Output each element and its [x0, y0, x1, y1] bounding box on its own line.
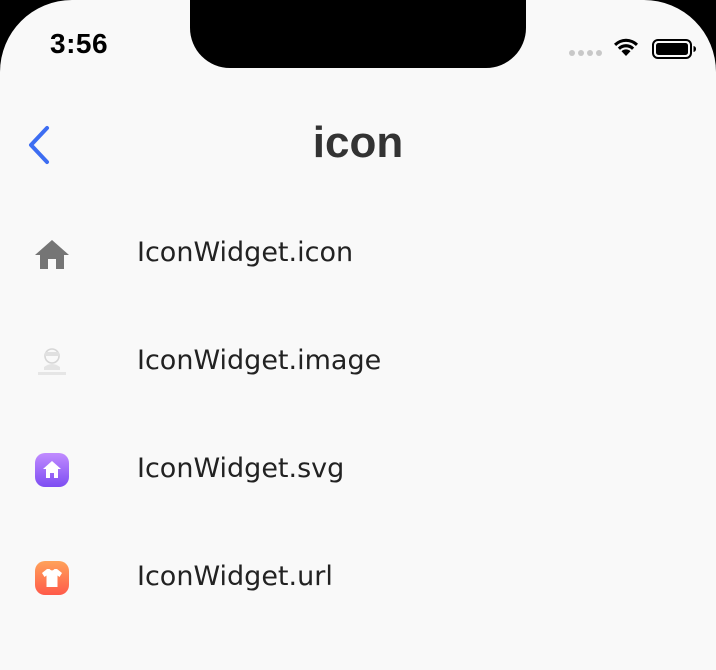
- list-item-url[interactable]: IconWidget.url: [0, 524, 716, 632]
- shirt-icon: [32, 558, 72, 598]
- list-item-icon[interactable]: IconWidget.icon: [0, 200, 716, 308]
- list-item-label: IconWidget.url: [137, 561, 333, 592]
- home-icon: [32, 234, 72, 274]
- list-item-label: IconWidget.svg: [137, 453, 345, 484]
- image-thumbnail-icon: [32, 342, 72, 382]
- list-item-label: IconWidget.image: [137, 345, 382, 376]
- list-item-image[interactable]: IconWidget.image: [0, 308, 716, 416]
- battery-icon: [652, 39, 696, 59]
- svg-home-icon: [32, 450, 72, 490]
- device-notch: [190, 0, 526, 68]
- signal-icon: [569, 50, 605, 60]
- list-item-svg[interactable]: IconWidget.svg: [0, 416, 716, 524]
- navigation-bar: icon: [0, 110, 716, 186]
- page-title: icon: [312, 118, 404, 167]
- wifi-icon: [614, 38, 638, 56]
- phone-screen: 3:56 icon IconWidget.icon IconWidget.ima…: [0, 0, 716, 670]
- icon-widget-list: IconWidget.icon IconWidget.image IconWid…: [0, 200, 716, 632]
- status-time: 3:56: [50, 28, 109, 59]
- list-item-label: IconWidget.icon: [137, 237, 354, 268]
